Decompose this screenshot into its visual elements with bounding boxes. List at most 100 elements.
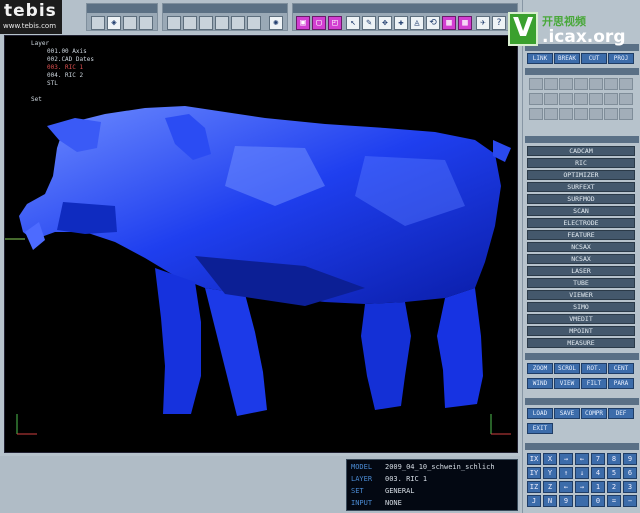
tool-slot[interactable] — [589, 108, 603, 120]
cube-view-icon[interactable]: ▣ — [296, 16, 310, 30]
tool-button-cut[interactable]: CUT — [581, 53, 607, 64]
menu-item-cadcam[interactable]: CADCAM — [527, 146, 635, 156]
menu-item-ncsax[interactable]: NCSAX — [527, 242, 635, 252]
keypad-key[interactable]: 0 — [591, 495, 605, 507]
view-button-wind[interactable]: WIND — [527, 378, 553, 389]
view-button-filt[interactable]: FILT — [581, 378, 607, 389]
keypad-key[interactable]: ↓ — [575, 467, 589, 479]
keypad-key[interactable]: J — [527, 495, 541, 507]
menu-item-tube[interactable]: TUBE — [527, 278, 635, 288]
view-button-rot[interactable]: ROT. — [581, 363, 607, 374]
menu-item-ncsax[interactable]: NCSAX — [527, 254, 635, 264]
tool-slot[interactable] — [589, 93, 603, 105]
tool-slot[interactable] — [544, 108, 558, 120]
keypad-key[interactable]: 9 — [623, 453, 637, 465]
cube-view-icon[interactable]: ▢ — [312, 16, 326, 30]
magnet-icon[interactable]: ✈ — [476, 16, 490, 30]
cube-view-icon[interactable]: ◰ — [328, 16, 342, 30]
keypad-key[interactable]: 3 — [623, 481, 637, 493]
tool-button-link[interactable]: LINK — [527, 53, 553, 64]
tool-slot[interactable] — [559, 108, 573, 120]
view-button-view[interactable]: VIEW — [554, 378, 580, 389]
menu-item-optimizer[interactable]: OPTIMIZER — [527, 170, 635, 180]
tool-button[interactable] — [183, 16, 197, 30]
menu-item-surfmod[interactable]: SURFMOD — [527, 194, 635, 204]
grid-icon[interactable]: ▦ — [458, 16, 472, 30]
keypad-key[interactable]: Y — [543, 467, 557, 479]
view-button-cent[interactable]: CENT — [608, 363, 634, 374]
file-button-compr[interactable]: COMPR — [581, 408, 607, 419]
tool-slot[interactable] — [619, 108, 633, 120]
tool-slot[interactable] — [574, 108, 588, 120]
keypad-key[interactable]: 9 — [559, 495, 573, 507]
tool-button-break[interactable]: BREAK — [554, 53, 580, 64]
tool-slot[interactable] — [604, 108, 618, 120]
menu-item-mpoint[interactable]: MPOINT — [527, 326, 635, 336]
keypad-key[interactable]: → — [559, 453, 573, 465]
keypad-key[interactable]: 5 — [607, 467, 621, 479]
tool-slot[interactable] — [559, 93, 573, 105]
file-button-def[interactable]: DEF — [608, 408, 634, 419]
tool-slot[interactable] — [544, 93, 558, 105]
keypad-key[interactable] — [575, 495, 589, 507]
keypad-key[interactable]: ↑ — [559, 467, 573, 479]
menu-item-measure[interactable]: MEASURE — [527, 338, 635, 348]
tool-button-proj[interactable]: PROJ — [608, 53, 634, 64]
keypad-key[interactable]: ← — [575, 453, 589, 465]
keypad-key[interactable]: 6 — [623, 467, 637, 479]
keypad-key[interactable]: → — [575, 481, 589, 493]
grid-icon[interactable]: ▦ — [442, 16, 456, 30]
tool-slot[interactable] — [529, 78, 543, 90]
tool-button[interactable] — [139, 16, 153, 30]
help-icon[interactable]: ? — [492, 16, 506, 30]
menu-item-laser[interactable]: LASER — [527, 266, 635, 276]
tool-slot[interactable] — [604, 93, 618, 105]
menu-item-ric[interactable]: RIC — [527, 158, 635, 168]
keypad-key[interactable]: − — [623, 495, 637, 507]
menu-item-simo[interactable]: SIMO — [527, 302, 635, 312]
keypad-key[interactable]: Z — [543, 481, 557, 493]
keypad-key[interactable]: = — [607, 495, 621, 507]
menu-item-scan[interactable]: SCAN — [527, 206, 635, 216]
tool-slot[interactable] — [529, 108, 543, 120]
menu-item-surfext[interactable]: SURFEXT — [527, 182, 635, 192]
keypad-key[interactable]: 2 — [607, 481, 621, 493]
tool-slot[interactable] — [559, 78, 573, 90]
keypad-key[interactable]: IX — [527, 453, 541, 465]
tool-button[interactable] — [123, 16, 137, 30]
keypad-key[interactable]: 1 — [591, 481, 605, 493]
tool-button[interactable] — [215, 16, 229, 30]
keypad-key[interactable]: IZ — [527, 481, 541, 493]
tool-slot[interactable] — [619, 78, 633, 90]
menu-item-feature[interactable]: FEATURE — [527, 230, 635, 240]
settings-icon[interactable]: ✺ — [269, 16, 283, 30]
move-icon[interactable]: ✥ — [378, 16, 392, 30]
keypad-key[interactable]: N — [543, 495, 557, 507]
tool-button[interactable] — [91, 16, 105, 30]
tool-slot[interactable] — [544, 78, 558, 90]
tool-button[interactable] — [199, 16, 213, 30]
wrench-icon[interactable]: ✎ — [362, 16, 376, 30]
tool-button[interactable] — [167, 16, 181, 30]
menu-item-vmedit[interactable]: VMEDIT — [527, 314, 635, 324]
menu-item-electrode[interactable]: ELECTRODE — [527, 218, 635, 228]
tool-slot[interactable] — [529, 93, 543, 105]
rotate-icon[interactable]: ⟲ — [426, 16, 440, 30]
keypad-key[interactable]: 8 — [607, 453, 621, 465]
pointer-icon[interactable]: ↖ — [346, 16, 360, 30]
keypad-key[interactable]: IY — [527, 467, 541, 479]
keypad-key[interactable]: ← — [559, 481, 573, 493]
snap-icon[interactable]: ✚ — [394, 16, 408, 30]
view-button-para[interactable]: PARA — [608, 378, 634, 389]
view-button-zoom[interactable]: ZOOM — [527, 363, 553, 374]
3d-viewport[interactable]: Layer 001.00 Axis 002.CAD Dates 003. RIC 10… — [4, 35, 518, 453]
tool-slot[interactable] — [589, 78, 603, 90]
tool-button[interactable] — [247, 16, 261, 30]
file-button-load[interactable]: LOAD — [527, 408, 553, 419]
keypad-key[interactable]: 7 — [591, 453, 605, 465]
keypad-key[interactable]: X — [543, 453, 557, 465]
keypad-key[interactable]: 4 — [591, 467, 605, 479]
tool-slot[interactable] — [574, 93, 588, 105]
pig-stl-model[interactable] — [5, 36, 518, 453]
file-button-exit[interactable]: EXIT — [527, 423, 553, 434]
